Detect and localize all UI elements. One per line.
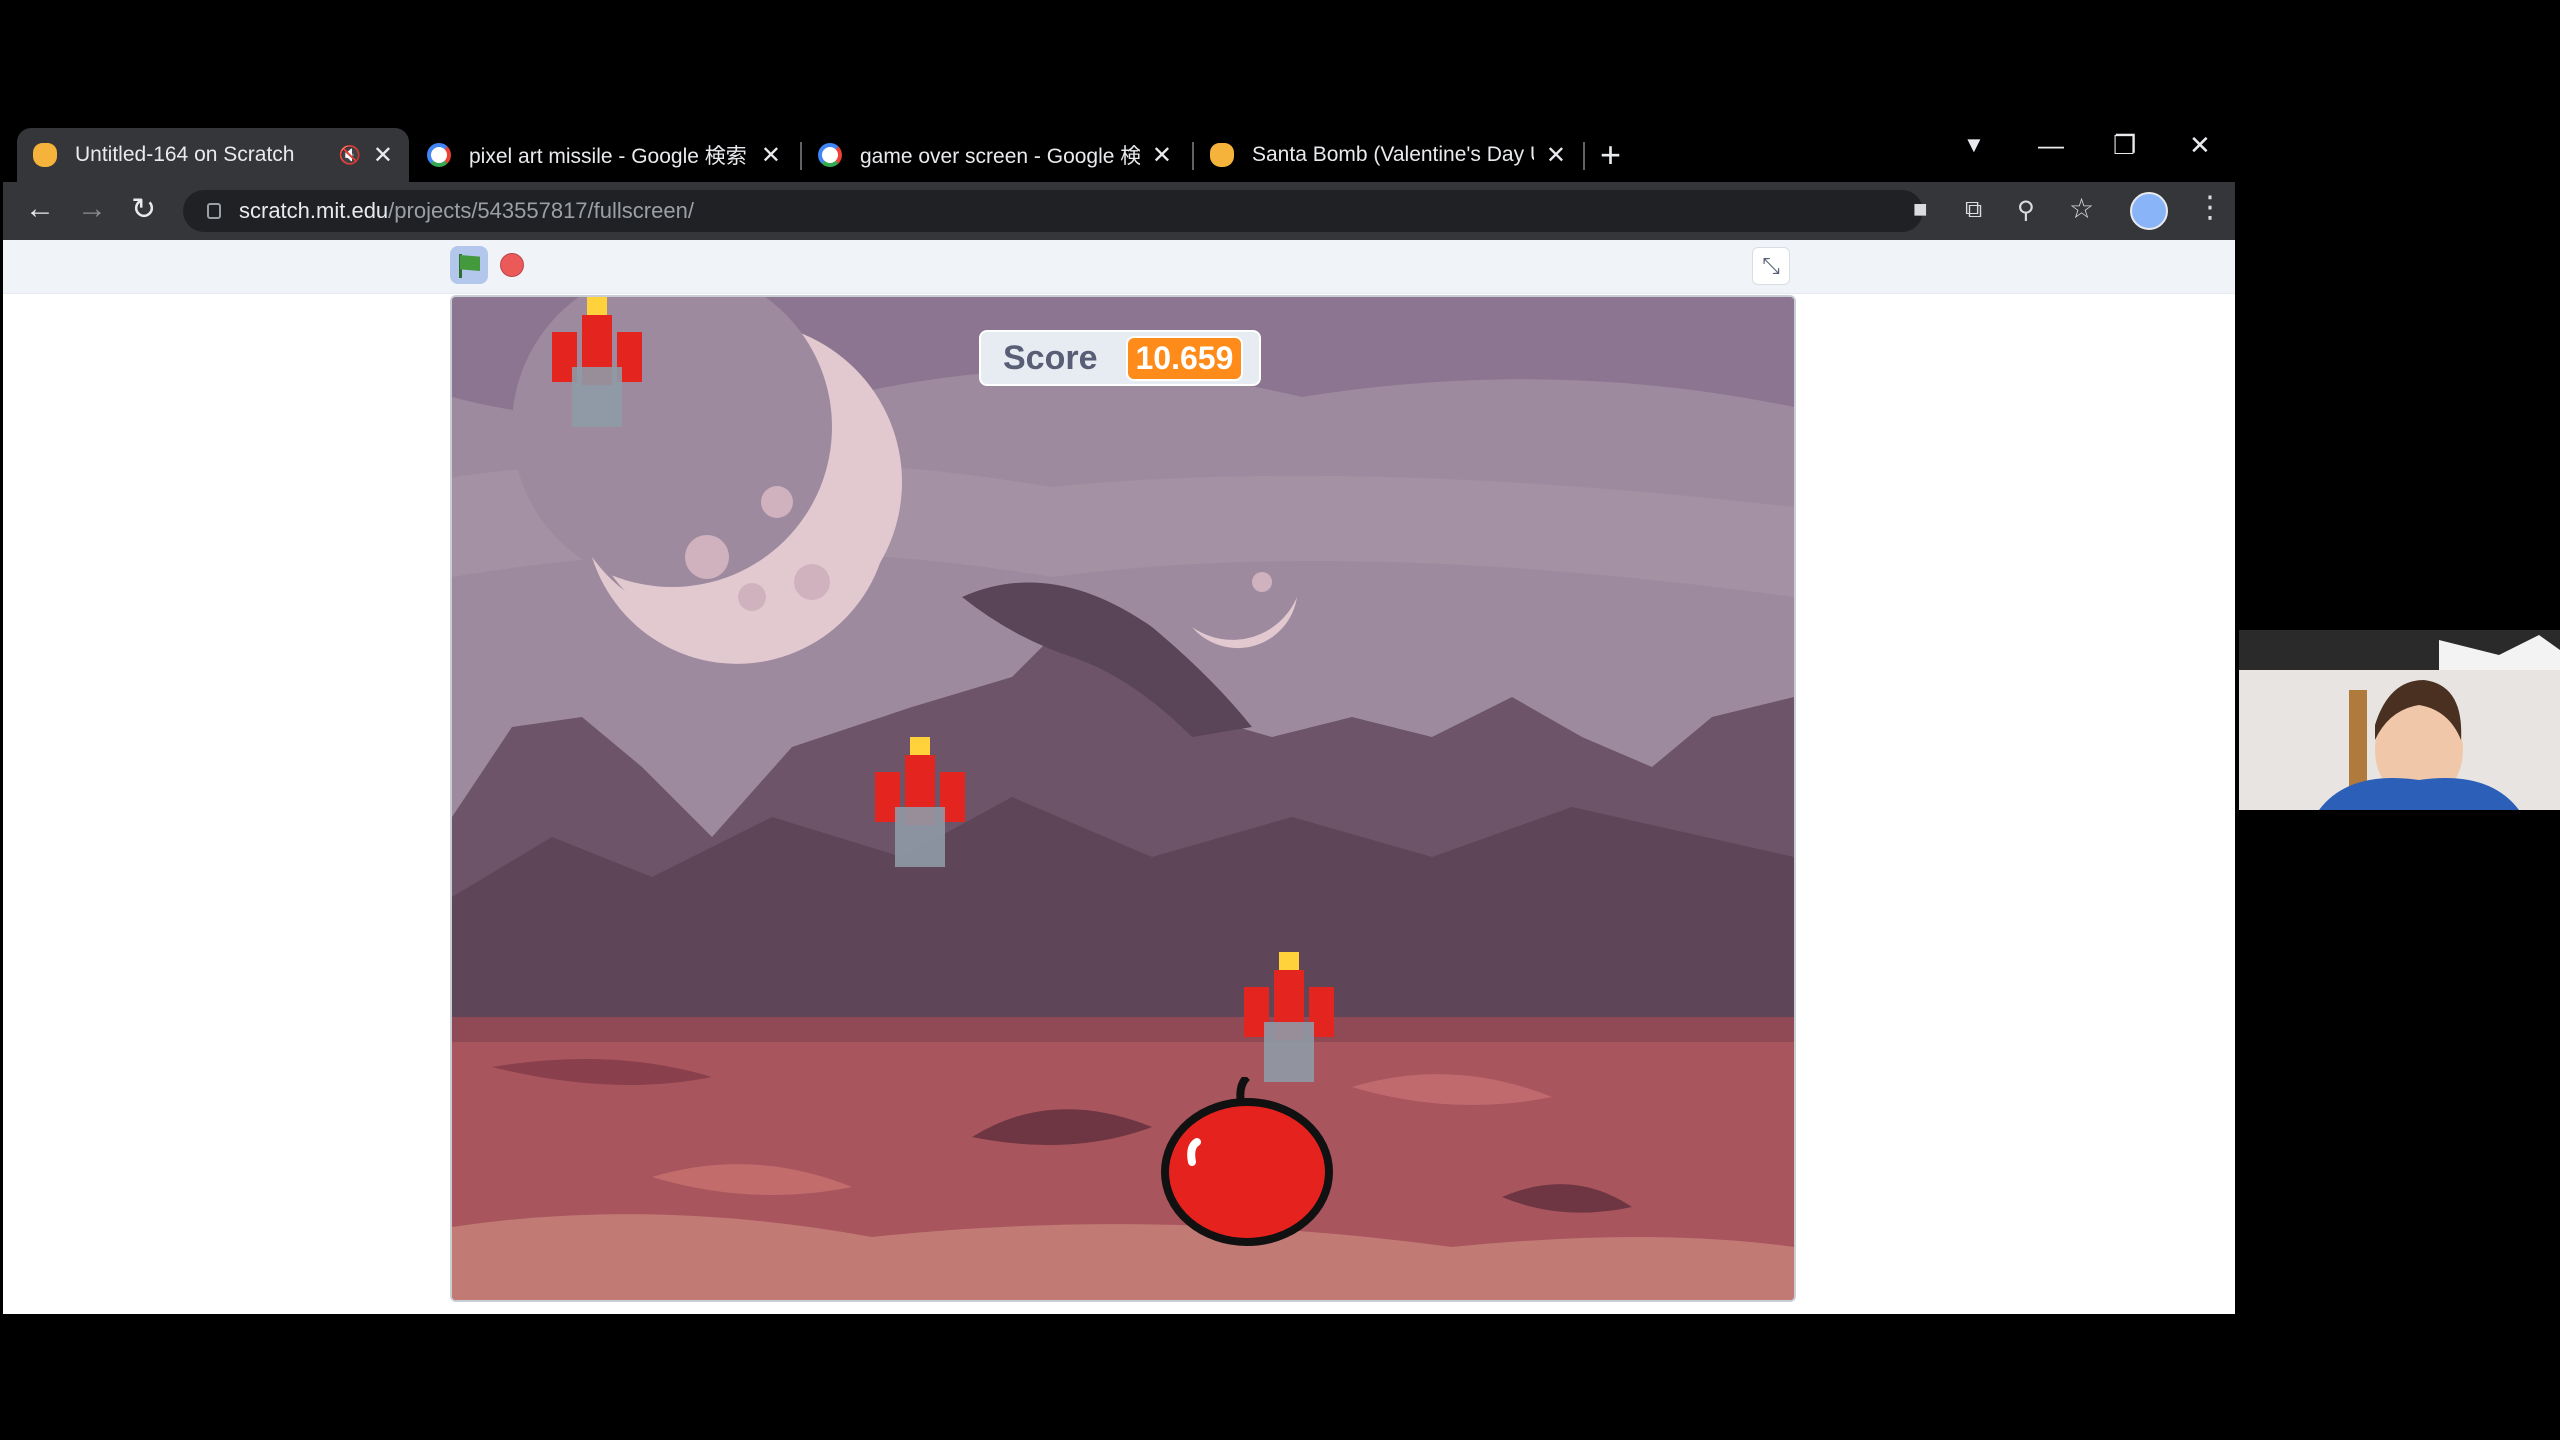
tab-label: pixel art missile - Google 検索 (469, 145, 747, 168)
url-path: /projects/543557817/fullscreen/ (388, 198, 694, 223)
tab-bar: Untitled-164 on Scratch 🔇 ✕ pixel art mi… (3, 118, 2235, 182)
rocket-sprite[interactable] (542, 297, 667, 437)
browser-toolbar: ← → ↻ scratch.mit.edu/projects/543557817… (3, 182, 2235, 240)
stop-button[interactable] (500, 253, 524, 277)
green-flag-button[interactable] (450, 246, 488, 284)
close-tab-icon[interactable]: ✕ (1152, 141, 1172, 170)
exit-fullscreen-button[interactable]: ⤡ (1752, 247, 1790, 285)
tab-pixel-art-missile[interactable]: pixel art missile - Google 検索 ✕ (411, 128, 797, 182)
close-window-button[interactable]: ✕ (2189, 130, 2211, 161)
google-icon (427, 143, 451, 167)
tab-divider (1583, 142, 1585, 170)
scratch-fullscreen-page: ⤡ (3, 240, 2235, 1314)
webcam-overlay (2239, 630, 2560, 810)
tab-label: Untitled-164 on Scratch (75, 143, 295, 166)
tab-label: Santa Bomb (Valentine's Day Upd (1252, 143, 1534, 166)
forward-button[interactable]: → (77, 192, 107, 226)
close-tab-icon[interactable]: ✕ (373, 141, 393, 170)
stage-scene (452, 297, 1794, 1300)
url-domain: scratch.mit.edu (239, 198, 389, 223)
stage-controls-bar: ⤡ (3, 240, 2235, 294)
camera-icon[interactable]: ■ (1913, 196, 1928, 224)
game-stage[interactable] (450, 295, 1796, 1302)
url-text[interactable]: scratch.mit.edu/projects/543557817/fulls… (239, 198, 694, 224)
webcam-person (2239, 630, 2560, 810)
scratch-icon (1210, 143, 1234, 167)
tab-search-icon[interactable]: ▼ (1963, 132, 1985, 158)
zoom-icon[interactable]: ⚲ (2017, 196, 2035, 225)
muted-speaker-icon[interactable]: 🔇 (338, 145, 360, 166)
google-icon (818, 143, 842, 167)
bookmark-star-icon[interactable]: ☆ (2069, 192, 2094, 225)
apple-sprite[interactable] (1157, 1077, 1337, 1247)
new-tab-button[interactable]: + (1600, 134, 1621, 176)
translate-icon[interactable]: ⧉ (1965, 196, 1982, 224)
rocket-sprite[interactable] (1234, 952, 1359, 1092)
profile-avatar[interactable] (2130, 192, 2168, 230)
tab-santa-bomb[interactable]: Santa Bomb (Valentine's Day Upd ✕ (1194, 128, 1582, 182)
score-monitor[interactable]: Score 10.659 (979, 330, 1261, 386)
scratch-icon (33, 143, 57, 167)
tab-label: game over screen - Google 検索 (860, 145, 1140, 168)
browser-menu-icon[interactable]: ⋮ (2195, 190, 2225, 225)
restore-button[interactable]: ❐ (2113, 130, 2136, 161)
browser-window: Untitled-164 on Scratch 🔇 ✕ pixel art mi… (3, 118, 2235, 1314)
score-label: Score (1003, 338, 1098, 377)
tab-game-over-screen[interactable]: game over screen - Google 検索 ✕ (802, 128, 1188, 182)
reload-button[interactable]: ↻ (131, 192, 156, 227)
close-tab-icon[interactable]: ✕ (761, 141, 781, 170)
back-button[interactable]: ← (25, 192, 55, 226)
minimize-button[interactable]: — (2038, 130, 2064, 161)
address-bar[interactable]: scratch.mit.edu/projects/543557817/fulls… (183, 190, 1923, 232)
lock-icon[interactable] (207, 203, 221, 219)
score-value: 10.659 (1125, 335, 1244, 381)
green-flag-icon (460, 255, 480, 271)
rocket-sprite[interactable] (865, 737, 990, 877)
tab-untitled-scratch[interactable]: Untitled-164 on Scratch 🔇 ✕ (17, 128, 409, 182)
close-tab-icon[interactable]: ✕ (1546, 141, 1566, 170)
